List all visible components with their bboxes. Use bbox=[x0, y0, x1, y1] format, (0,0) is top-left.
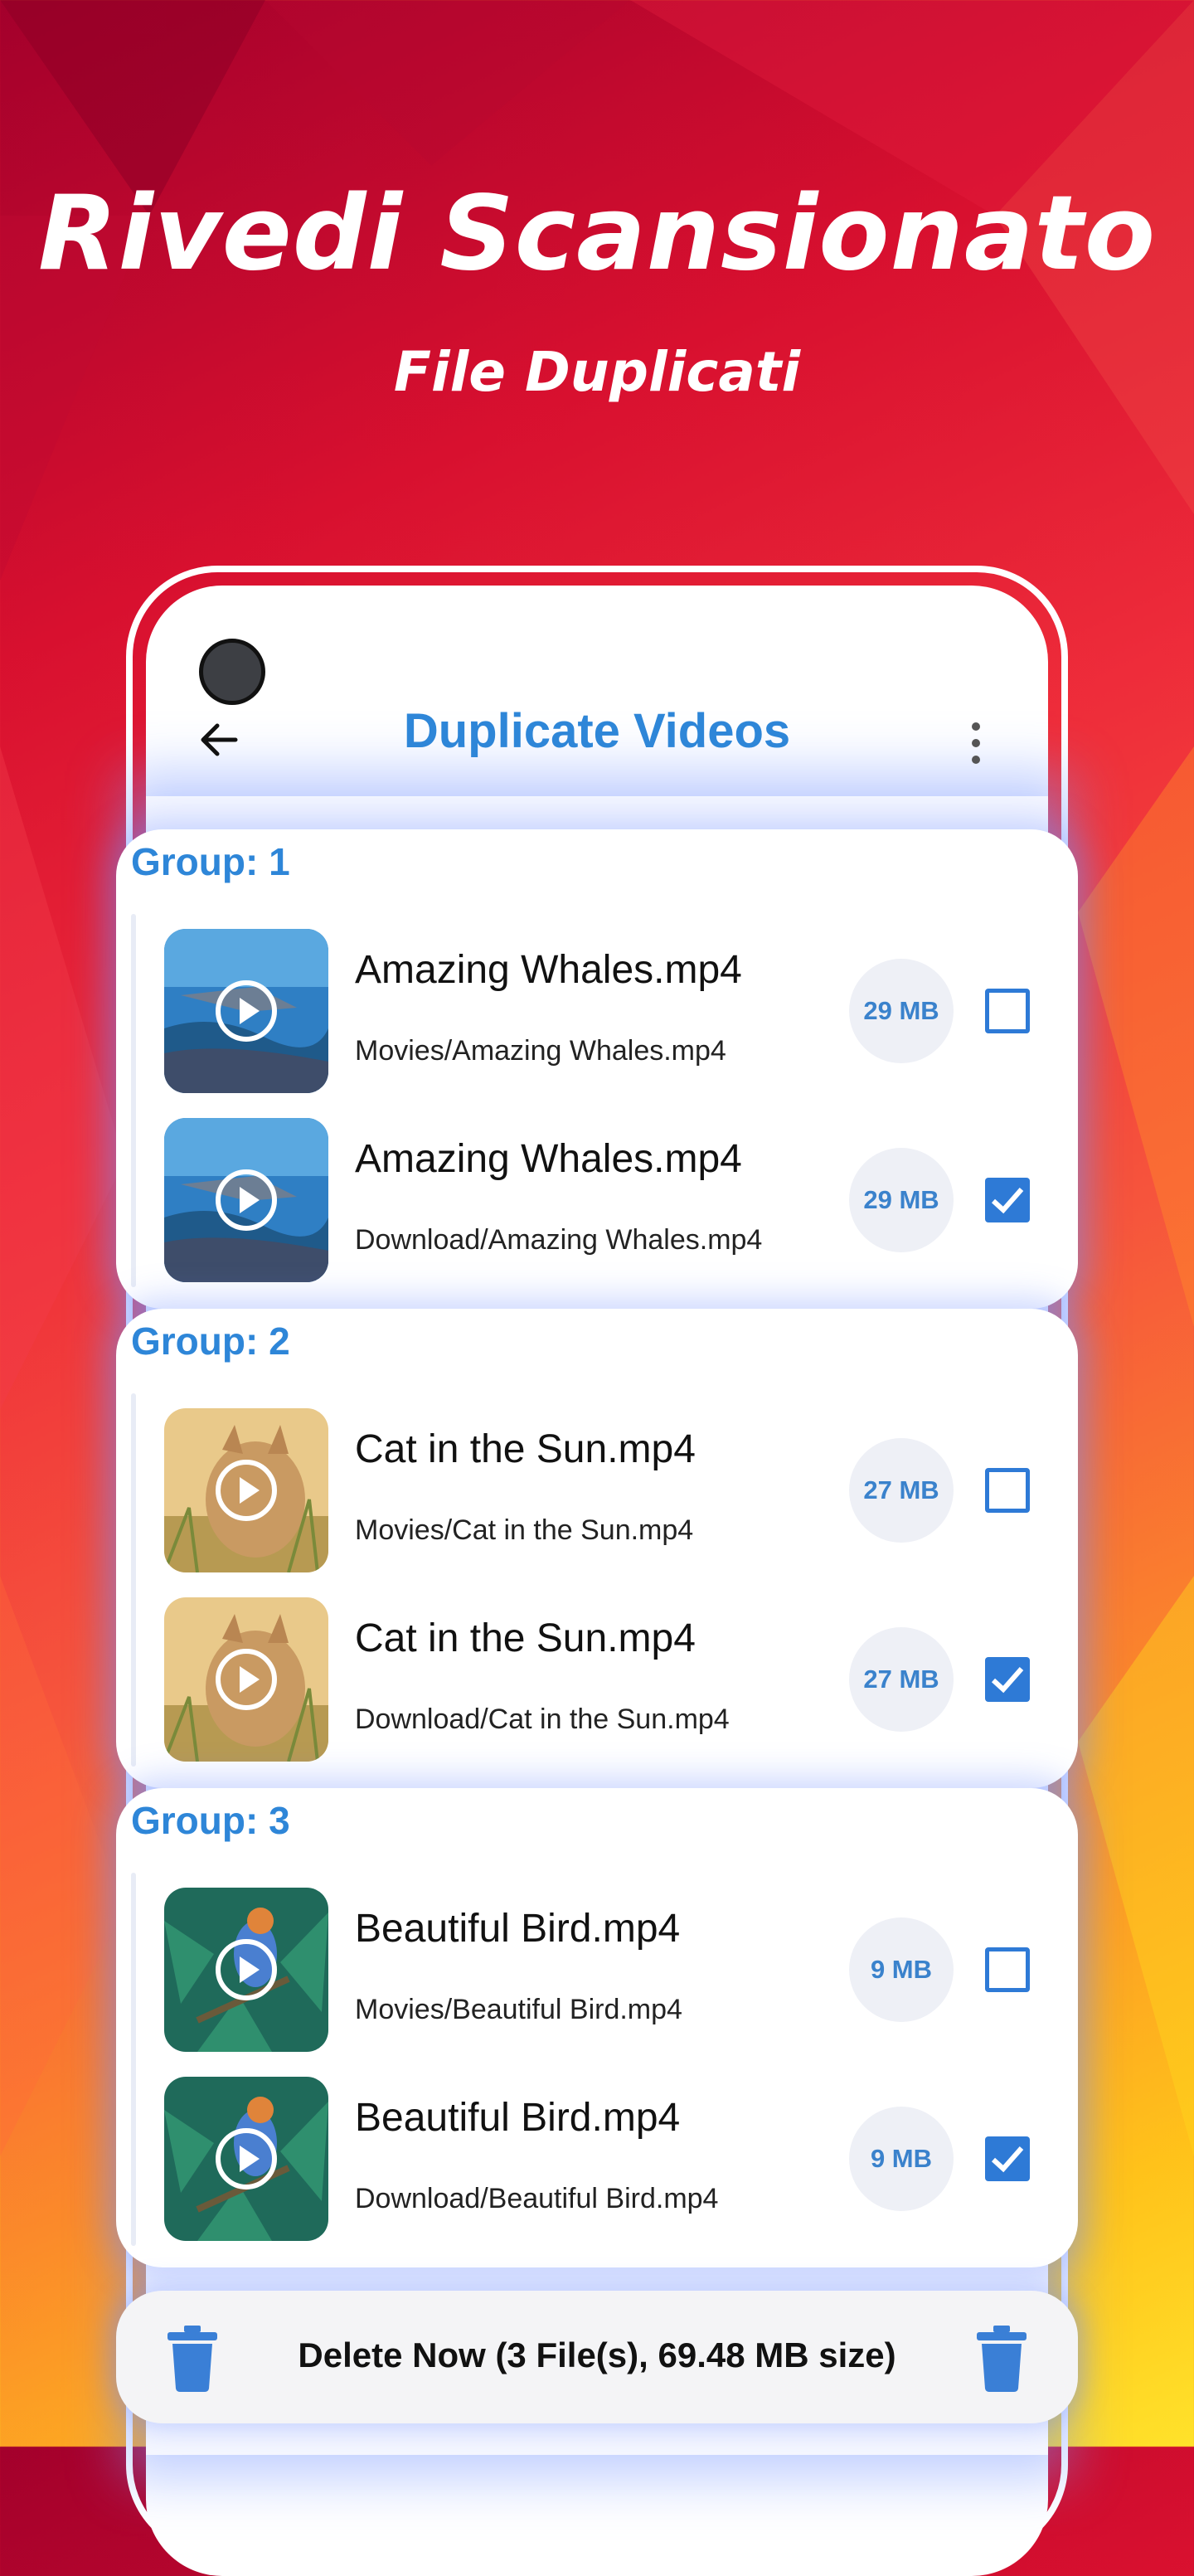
file-name: Beautiful Bird.mp4 bbox=[355, 1907, 681, 1951]
hero-subtitle: File Duplicati bbox=[393, 340, 801, 404]
play-icon bbox=[216, 1169, 277, 1231]
file-size-badge: 29 MB bbox=[849, 959, 954, 1063]
group-card: Group: 1 Amazing Whales.mp4 Movies/Amazi… bbox=[116, 829, 1078, 1309]
play-icon bbox=[216, 1649, 277, 1710]
file-size-badge: 29 MB bbox=[849, 1148, 954, 1252]
list-item[interactable]: Cat in the Sun.mp4 Movies/Cat in the Sun… bbox=[164, 1408, 1076, 1572]
checkmark-icon bbox=[991, 2146, 1024, 2173]
video-thumbnail[interactable] bbox=[164, 2077, 328, 2241]
page-title: Duplicate Videos bbox=[403, 704, 791, 758]
file-name: Amazing Whales.mp4 bbox=[355, 1137, 742, 1181]
file-path: Download/Beautiful Bird.mp4 bbox=[355, 2183, 719, 2214]
group-label: Group: 3 bbox=[131, 1799, 290, 1842]
file-path: Download/Cat in the Sun.mp4 bbox=[355, 1704, 730, 1735]
play-icon bbox=[216, 980, 277, 1042]
select-checkbox[interactable] bbox=[985, 1468, 1030, 1513]
video-thumbnail[interactable] bbox=[164, 1888, 328, 2052]
list-item[interactable]: Beautiful Bird.mp4 Download/Beautiful Bi… bbox=[164, 2077, 1076, 2241]
checkmark-icon bbox=[991, 1667, 1024, 1694]
video-thumbnail[interactable] bbox=[164, 929, 328, 1093]
hero-title: Rivedi Scansionato bbox=[37, 174, 1157, 294]
select-checkbox[interactable] bbox=[985, 2136, 1030, 2181]
list-item[interactable]: Amazing Whales.mp4 Download/Amazing Whal… bbox=[164, 1118, 1076, 1282]
delete-button-label: Delete Now (3 File(s), 69.48 MB size) bbox=[298, 2335, 896, 2374]
delete-now-button[interactable]: Delete Now (3 File(s), 69.48 MB size) bbox=[116, 2291, 1078, 2423]
group-card: Group: 2 Cat in the Sun.mp4 Movies/Cat i… bbox=[116, 1309, 1078, 1788]
video-thumbnail[interactable] bbox=[164, 1118, 328, 1282]
file-path: Movies/Amazing Whales.mp4 bbox=[355, 1035, 726, 1067]
select-checkbox[interactable] bbox=[985, 1178, 1030, 1222]
play-icon bbox=[216, 1460, 277, 1521]
file-path: Movies/Cat in the Sun.mp4 bbox=[355, 1514, 694, 1546]
camera-cutout bbox=[199, 639, 265, 705]
trash-icon bbox=[977, 2326, 1027, 2392]
arrow-left-icon[interactable] bbox=[194, 715, 244, 765]
file-size-badge: 27 MB bbox=[849, 1627, 954, 1732]
file-size-badge: 9 MB bbox=[849, 2107, 954, 2211]
group-label: Group: 1 bbox=[131, 840, 290, 883]
file-name: Cat in the Sun.mp4 bbox=[355, 1616, 696, 1660]
file-size-badge: 27 MB bbox=[849, 1438, 954, 1543]
list-item[interactable]: Amazing Whales.mp4 Movies/Amazing Whales… bbox=[164, 929, 1076, 1093]
divider bbox=[131, 1873, 136, 2246]
divider bbox=[131, 1393, 136, 1767]
group-card: Group: 3 Beautiful Bird.mp4 Movies/Beaut… bbox=[116, 1788, 1078, 2267]
play-icon bbox=[216, 1939, 277, 2000]
list-item[interactable]: Cat in the Sun.mp4 Download/Cat in the S… bbox=[164, 1597, 1076, 1762]
file-size-badge: 9 MB bbox=[849, 1917, 954, 2022]
video-thumbnail[interactable] bbox=[164, 1408, 328, 1572]
file-path: Download/Amazing Whales.mp4 bbox=[355, 1224, 763, 1256]
select-checkbox[interactable] bbox=[985, 989, 1030, 1033]
divider bbox=[131, 914, 136, 1287]
trash-icon bbox=[167, 2326, 217, 2392]
more-vertical-icon[interactable] bbox=[963, 720, 988, 766]
select-checkbox[interactable] bbox=[985, 1657, 1030, 1702]
group-label: Group: 2 bbox=[131, 1320, 290, 1363]
play-icon bbox=[216, 2128, 277, 2190]
file-path: Movies/Beautiful Bird.mp4 bbox=[355, 1994, 682, 2025]
file-name: Beautiful Bird.mp4 bbox=[355, 2096, 681, 2140]
checkmark-icon bbox=[991, 1188, 1024, 1214]
file-name: Cat in the Sun.mp4 bbox=[355, 1427, 696, 1471]
file-name: Amazing Whales.mp4 bbox=[355, 948, 742, 992]
list-item[interactable]: Beautiful Bird.mp4 Movies/Beautiful Bird… bbox=[164, 1888, 1076, 2052]
video-thumbnail[interactable] bbox=[164, 1597, 328, 1762]
select-checkbox[interactable] bbox=[985, 1947, 1030, 1992]
